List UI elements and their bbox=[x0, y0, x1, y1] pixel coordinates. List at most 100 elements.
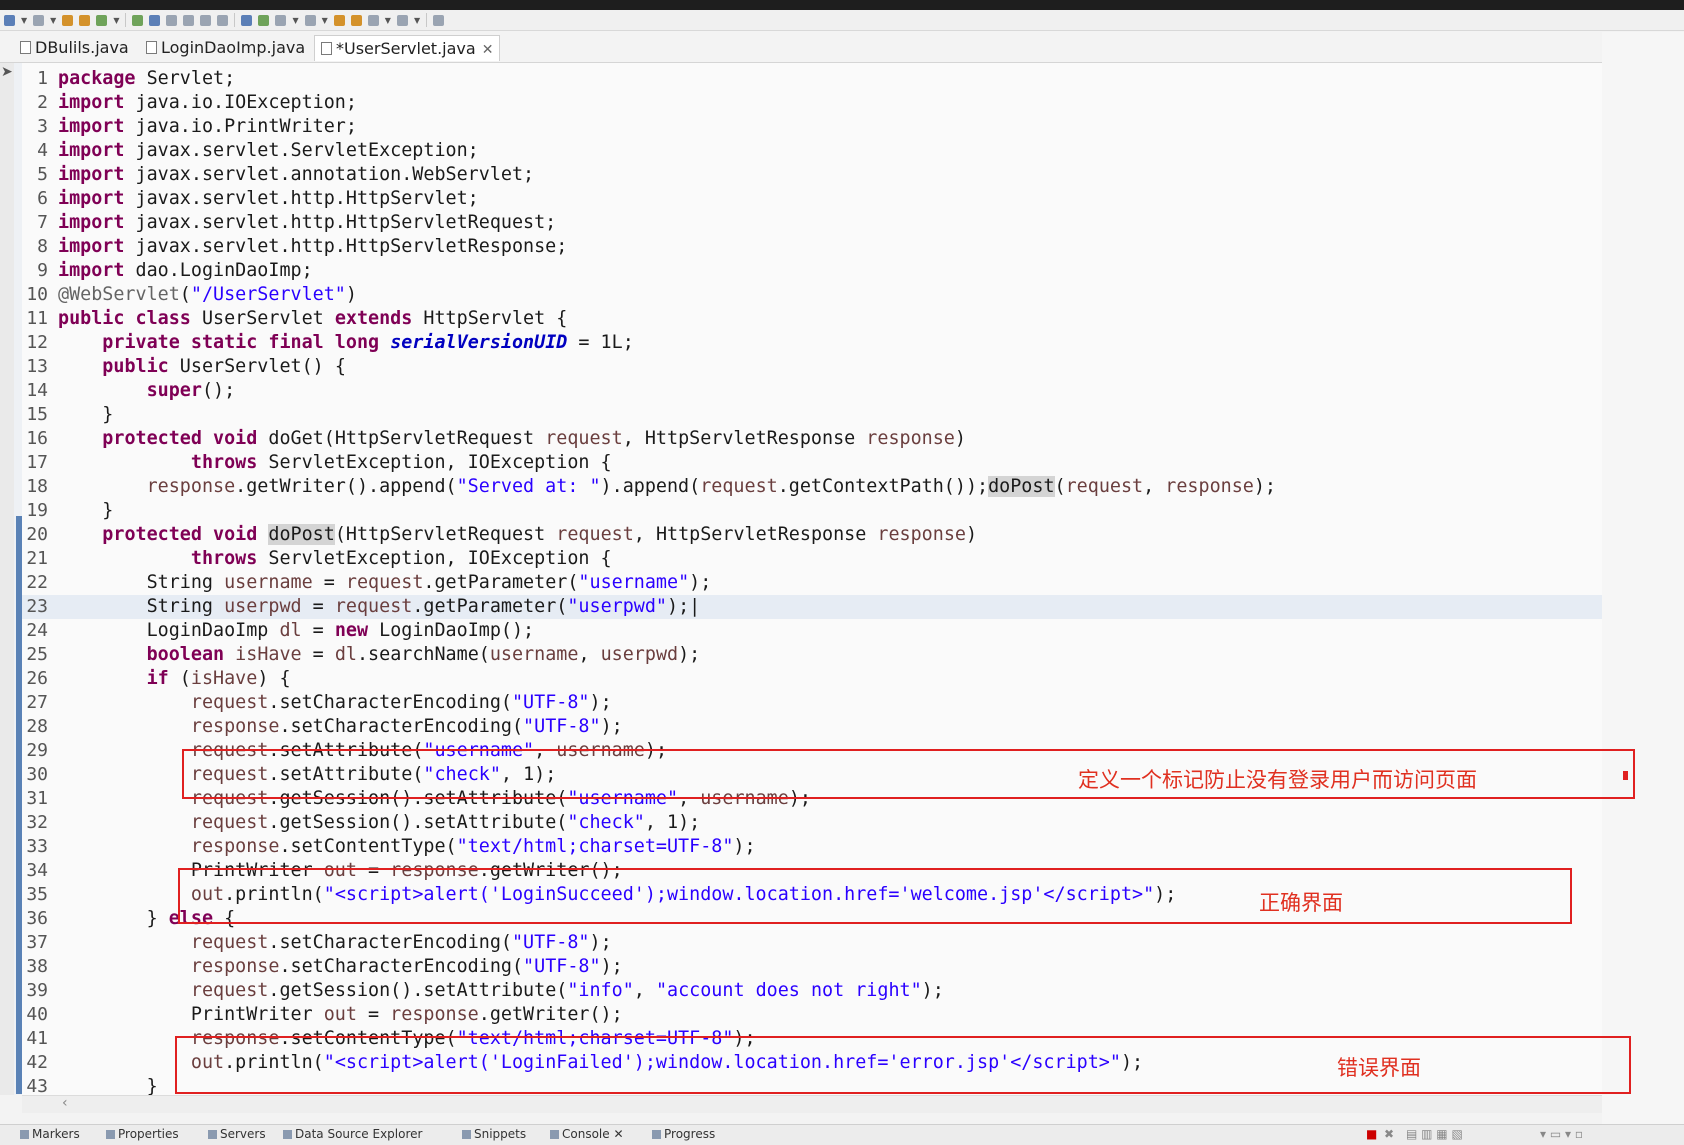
forward-icon[interactable] bbox=[350, 14, 362, 26]
console-actions-icon[interactable]: ▤ ▥ ▦ ▧ bbox=[1406, 1125, 1463, 1143]
code-line[interactable]: 9 import dao.LoginDaoImp; bbox=[22, 259, 1602, 283]
tab-userservlet[interactable]: *UserServlet.java ✕ bbox=[314, 35, 501, 61]
page-icon[interactable] bbox=[200, 14, 212, 26]
globe-icon[interactable] bbox=[241, 14, 253, 26]
code-text[interactable]: protected void doGet(HttpServletRequest … bbox=[58, 427, 966, 451]
code-text[interactable]: import javax.servlet.annotation.WebServl… bbox=[58, 163, 534, 187]
code-text[interactable]: super(); bbox=[58, 379, 236, 403]
code-text[interactable]: throws ServletException, IOException { bbox=[58, 547, 612, 571]
chevron-down-icon[interactable]: ▼ bbox=[322, 16, 328, 25]
code-line[interactable]: 40 PrintWriter out = response.getWriter(… bbox=[22, 1003, 1602, 1027]
code-text[interactable]: request.setCharacterEncoding("UTF-8"); bbox=[58, 931, 612, 955]
code-line[interactable]: 37 request.setCharacterEncoding("UTF-8")… bbox=[22, 931, 1602, 955]
code-line[interactable]: 16 protected void doGet(HttpServletReque… bbox=[22, 427, 1602, 451]
code-text[interactable]: boolean isHave = dl.searchName(username,… bbox=[58, 643, 701, 667]
remove-icon[interactable]: ✖ bbox=[1384, 1125, 1394, 1143]
pilcrow-icon[interactable] bbox=[217, 14, 229, 26]
code-text[interactable]: public UserServlet() { bbox=[58, 355, 346, 379]
tab-logindaoimp[interactable]: LoginDaoImp.java bbox=[140, 35, 311, 61]
code-line[interactable]: 20 protected void doPost(HttpServletRequ… bbox=[22, 523, 1602, 547]
code-line[interactable]: 18 response.getWriter().append("Served a… bbox=[22, 475, 1602, 499]
code-text[interactable]: package Servlet; bbox=[58, 67, 235, 91]
horizontal-scrollbar[interactable]: ‹ bbox=[22, 1095, 1602, 1113]
code-text[interactable]: import javax.servlet.http.HttpServlet; bbox=[58, 187, 479, 211]
link-icon[interactable] bbox=[166, 14, 178, 26]
run-icon[interactable] bbox=[258, 14, 270, 26]
folder-icon[interactable] bbox=[79, 14, 91, 26]
code-text[interactable]: String username = request.getParameter("… bbox=[58, 571, 712, 595]
highlight-icon[interactable] bbox=[149, 14, 161, 26]
chevron-down-icon[interactable]: ▼ bbox=[292, 16, 298, 25]
code-text[interactable]: response.setCharacterEncoding("UTF-8"); bbox=[58, 715, 623, 739]
arrow-left-icon[interactable] bbox=[367, 14, 379, 26]
code-line[interactable]: 19 } bbox=[22, 499, 1602, 523]
tab-snippets[interactable]: Snippets bbox=[462, 1125, 526, 1143]
code-line[interactable]: 2 import java.io.IOException; bbox=[22, 91, 1602, 115]
code-line[interactable]: 14 super(); bbox=[22, 379, 1602, 403]
chevron-down-icon[interactable]: ▼ bbox=[385, 16, 391, 25]
code-text[interactable]: request.getSession().setAttribute("check… bbox=[58, 811, 700, 835]
code-text[interactable]: import java.io.IOException; bbox=[58, 91, 357, 115]
code-line[interactable]: 15 } bbox=[22, 403, 1602, 427]
code-text[interactable]: import javax.servlet.http.HttpServletRes… bbox=[58, 235, 567, 259]
code-text[interactable]: PrintWriter out = response.getWriter(); bbox=[58, 1003, 623, 1027]
tab-data-source-explorer[interactable]: Data Source Explorer bbox=[283, 1125, 422, 1143]
copy-icon[interactable] bbox=[183, 14, 195, 26]
new-icon[interactable] bbox=[4, 14, 15, 26]
code-line[interactable]: 32 request.getSession().setAttribute("ch… bbox=[22, 811, 1602, 835]
tab-servers[interactable]: Servers bbox=[208, 1125, 266, 1143]
code-line[interactable]: 21 throws ServletException, IOException … bbox=[22, 547, 1602, 571]
code-line[interactable]: 3 import java.io.PrintWriter; bbox=[22, 115, 1602, 139]
chevron-down-icon[interactable]: ▼ bbox=[414, 16, 420, 25]
view-menu-icon[interactable]: ▾ ▭ ▾ ▫ bbox=[1540, 1125, 1583, 1143]
code-line[interactable]: 11 public class UserServlet extends HttpS… bbox=[22, 307, 1602, 331]
edit-icon[interactable] bbox=[96, 14, 108, 26]
code-editor[interactable]: 1 package Servlet; 2 import java.io.IOExcep… bbox=[22, 63, 1602, 1095]
code-text[interactable]: throws ServletException, IOException { bbox=[58, 451, 612, 475]
code-line[interactable]: 6 import javax.servlet.http.HttpServlet; bbox=[22, 187, 1602, 211]
code-line[interactable]: 25 boolean isHave = dl.searchName(userna… bbox=[22, 643, 1602, 667]
code-line[interactable]: 4 import javax.servlet.ServletException; bbox=[22, 139, 1602, 163]
code-line[interactable]: 28 response.setCharacterEncoding("UTF-8"… bbox=[22, 715, 1602, 739]
code-text[interactable]: @WebServlet("/UserServlet") bbox=[58, 283, 357, 307]
code-line[interactable]: 1 package Servlet; bbox=[22, 67, 1602, 91]
scroll-left-icon[interactable]: ‹ bbox=[62, 1095, 68, 1111]
code-line[interactable]: 33 response.setContentType("text/html;ch… bbox=[22, 835, 1602, 859]
open-folder-icon[interactable] bbox=[62, 14, 74, 26]
code-text[interactable]: import javax.servlet.http.HttpServletReq… bbox=[58, 211, 556, 235]
code-text[interactable]: response.setCharacterEncoding("UTF-8"); bbox=[58, 955, 623, 979]
code-text[interactable]: if (isHave) { bbox=[58, 667, 291, 691]
search-icon[interactable] bbox=[275, 14, 287, 26]
code-text[interactable]: request.getSession().setAttribute("info"… bbox=[58, 979, 944, 1003]
code-text[interactable]: private static final long serialVersionU… bbox=[58, 331, 633, 355]
code-text[interactable]: request.setCharacterEncoding("UTF-8"); bbox=[58, 691, 612, 715]
code-text[interactable]: } bbox=[58, 403, 113, 427]
tab-console[interactable]: Console ✕ bbox=[550, 1125, 624, 1143]
code-text[interactable]: String userpwd = request.getParameter("u… bbox=[58, 595, 701, 619]
code-line[interactable]: 13 public UserServlet() { bbox=[22, 355, 1602, 379]
code-text[interactable]: } bbox=[58, 1075, 158, 1095]
next-annotation-icon[interactable] bbox=[304, 14, 316, 26]
chevron-down-icon[interactable]: ▼ bbox=[50, 16, 56, 25]
back-icon[interactable] bbox=[333, 14, 345, 26]
code-line[interactable]: 5 import javax.servlet.annotation.WebServ… bbox=[22, 163, 1602, 187]
code-line[interactable]: 8 import javax.servlet.http.HttpServletRe… bbox=[22, 235, 1602, 259]
code-text[interactable]: protected void doPost(HttpServletRequest… bbox=[58, 523, 977, 547]
code-line[interactable]: 12 private static final long serialVersi… bbox=[22, 331, 1602, 355]
code-line[interactable]: 38 response.setCharacterEncoding("UTF-8"… bbox=[22, 955, 1602, 979]
code-line[interactable]: 22 String username = request.getParamete… bbox=[22, 571, 1602, 595]
arrow-right-icon[interactable] bbox=[396, 14, 408, 26]
code-line[interactable]: 39 request.getSession().setAttribute("in… bbox=[22, 979, 1602, 1003]
code-text[interactable]: response.getWriter().append("Served at: … bbox=[58, 475, 1276, 499]
code-line[interactable]: 10 @WebServlet("/UserServlet") bbox=[22, 283, 1602, 307]
code-line[interactable]: 7 import javax.servlet.http.HttpServletRe… bbox=[22, 211, 1602, 235]
code-text[interactable]: import dao.LoginDaoImp; bbox=[58, 259, 313, 283]
code-text[interactable]: LoginDaoImp dl = new LoginDaoImp(); bbox=[58, 619, 535, 643]
filter-icon[interactable] bbox=[132, 14, 144, 26]
pin-icon[interactable] bbox=[433, 14, 445, 26]
code-text[interactable]: public class UserServlet extends HttpSer… bbox=[58, 307, 567, 331]
tab-progress[interactable]: Progress bbox=[652, 1125, 715, 1143]
code-line[interactable]: 24 LoginDaoImp dl = new LoginDaoImp(); bbox=[22, 619, 1602, 643]
chevron-down-icon[interactable]: ▼ bbox=[21, 16, 27, 25]
tab-properties[interactable]: Properties bbox=[106, 1125, 179, 1143]
